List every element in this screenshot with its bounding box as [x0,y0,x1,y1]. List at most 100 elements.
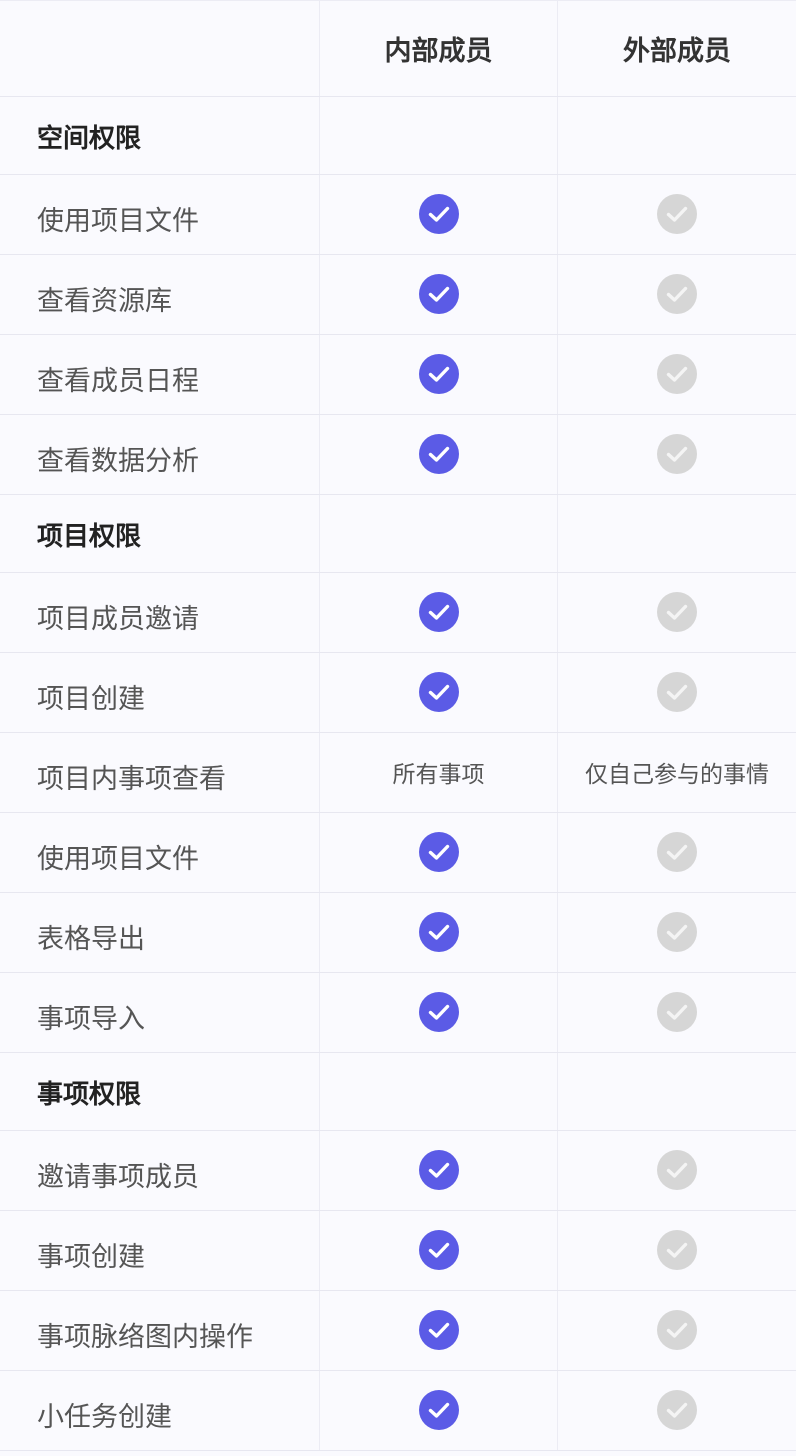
external-member-cell [558,1291,796,1370]
internal-member-cell [320,175,558,254]
permission-label: 事项导入 [0,973,320,1052]
table-row: 查看资源库 [0,255,796,335]
check-enabled-icon [418,1389,459,1430]
external-member-cell [558,1211,796,1290]
check-disabled-icon [657,671,697,712]
permission-label: 使用项目文件 [0,813,320,892]
table-row: 邀请事项成员 [0,1131,796,1211]
table-row: 事项创建 [0,1211,796,1291]
internal-member-cell [320,255,558,334]
external-member-cell [558,573,796,652]
internal-member-cell [320,1211,558,1290]
header-internal-members: 内部成员 [320,1,558,96]
external-member-cell [558,175,796,254]
permission-label: 事项创建 [0,1211,320,1290]
internal-member-cell [320,1131,558,1210]
section-internal-cell [320,97,558,174]
table-row: 事项导入 [0,973,796,1053]
section-title: 事项权限 [0,1053,320,1130]
section-internal-cell [320,1053,558,1130]
permission-label: 使用项目文件 [0,175,320,254]
table-row: 项目创建 [0,653,796,733]
section-external-cell [558,97,796,174]
permission-label: 查看成员日程 [0,335,320,414]
check-disabled-icon [657,1309,697,1350]
table-row: 使用项目文件 [0,813,796,893]
check-disabled-icon [657,911,697,952]
table-row: 查看成员日程 [0,335,796,415]
external-member-cell [558,335,796,414]
permissions-table: 内部成员 外部成员 空间权限 使用项目文件 查看资源库 查看成员日程 查看数据分析 项目权… [0,0,796,1456]
permission-label: 查看资源库 [0,255,320,334]
external-member-cell [558,653,796,732]
check-enabled-icon [418,353,459,394]
section-internal-cell [320,495,558,572]
internal-member-cell [320,1371,558,1450]
check-disabled-icon [657,991,697,1032]
check-disabled-icon [657,591,697,632]
table-row: 小任务创建 [0,1371,796,1451]
check-enabled-icon [418,1309,459,1350]
permission-label: 小任务创建 [0,1371,320,1450]
table-row: 项目成员邀请 [0,573,796,653]
internal-member-cell [320,893,558,972]
internal-member-cell [320,813,558,892]
check-enabled-icon [418,991,459,1032]
table-row: 使用项目文件 [0,175,796,255]
permission-label: 项目内事项查看 [0,733,320,812]
check-enabled-icon [418,591,459,632]
check-enabled-icon [418,433,459,474]
external-member-cell: 仅自己参与的事情 [558,733,796,812]
internal-member-cell: 所有事项 [320,733,558,812]
check-disabled-icon [657,193,697,234]
header-blank-cell [0,1,320,96]
permission-label: 表格导出 [0,893,320,972]
internal-member-cell [320,973,558,1052]
section-row: 事项权限 [0,1053,796,1131]
check-disabled-icon [657,273,697,314]
section-row: 空间权限 [0,97,796,175]
table-row: 事项脉络图内操作 [0,1291,796,1371]
check-disabled-icon [657,1149,697,1190]
table-header: 内部成员 外部成员 [0,0,796,97]
permission-label: 事项脉络图内操作 [0,1291,320,1370]
table-body: 空间权限 使用项目文件 查看资源库 查看成员日程 查看数据分析 项目权限 项目成员邀请 项目创… [0,97,796,1451]
external-member-cell [558,255,796,334]
check-disabled-icon [657,353,697,394]
table-row: 项目内事项查看 所有事项 仅自己参与的事情 [0,733,796,813]
check-enabled-icon [418,1229,459,1270]
section-row: 项目权限 [0,495,796,573]
internal-member-cell [320,1291,558,1370]
external-member-cell [558,973,796,1052]
internal-member-cell [320,573,558,652]
check-disabled-icon [657,433,697,474]
check-disabled-icon [657,1229,697,1270]
external-member-cell [558,813,796,892]
permission-label: 查看数据分析 [0,415,320,494]
external-member-cell [558,1371,796,1450]
permission-label: 项目成员邀请 [0,573,320,652]
check-enabled-icon [418,831,459,872]
internal-member-cell [320,415,558,494]
section-external-cell [558,1053,796,1130]
external-member-cell [558,893,796,972]
check-enabled-icon [418,193,459,234]
check-enabled-icon [418,671,459,712]
external-member-cell [558,1131,796,1210]
section-title: 项目权限 [0,495,320,572]
internal-member-cell [320,653,558,732]
table-row: 表格导出 [0,893,796,973]
check-disabled-icon [657,831,697,872]
section-title: 空间权限 [0,97,320,174]
external-access-text: 仅自己参与的事情 [585,761,769,788]
check-enabled-icon [418,273,459,314]
internal-access-text: 所有事项 [392,761,485,788]
external-member-cell [558,415,796,494]
check-disabled-icon [657,1389,697,1430]
permission-label: 邀请事项成员 [0,1131,320,1210]
check-enabled-icon [418,911,459,952]
section-external-cell [558,495,796,572]
check-enabled-icon [418,1149,459,1190]
internal-member-cell [320,335,558,414]
table-row: 查看数据分析 [0,415,796,495]
